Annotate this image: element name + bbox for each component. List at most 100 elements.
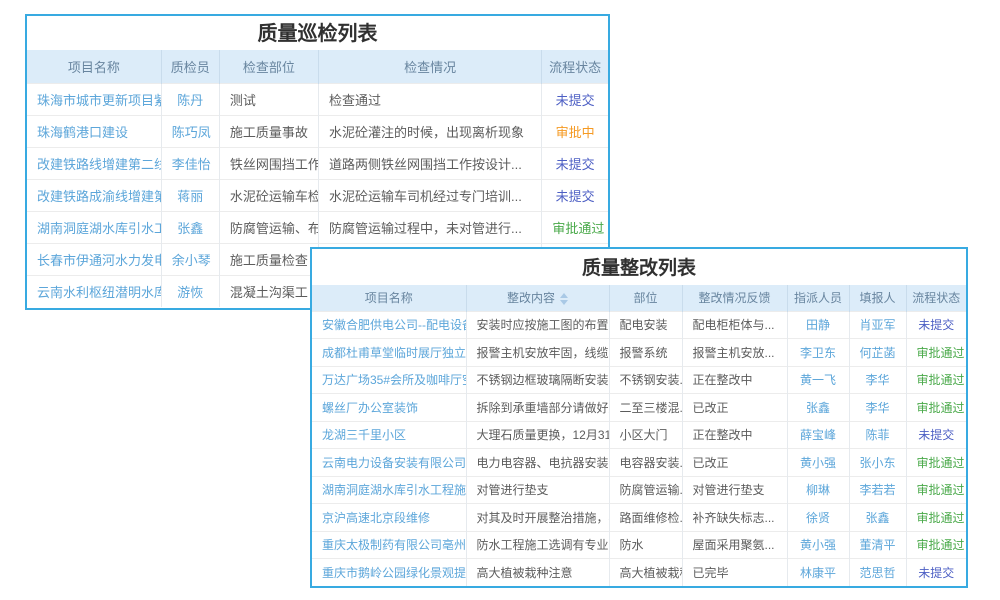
table-cell: 大理石质量更换，12月31日之... bbox=[466, 421, 609, 449]
table-cell: 电容器安装... bbox=[609, 449, 682, 477]
person-link[interactable]: 陈菲 bbox=[849, 421, 906, 449]
table-cell: 配电柜柜体与... bbox=[682, 311, 787, 339]
table-row[interactable]: 重庆太极制药有限公司亳州中...防水工程施工选调有专业资质...防水屋面采用聚氨… bbox=[312, 531, 966, 559]
table-cell: 施工质量事故 bbox=[219, 115, 318, 147]
table-row[interactable]: 螺丝厂办公室装饰拆除到承重墙部分请做好加固...二至三楼混...已改正张鑫李华审… bbox=[312, 394, 966, 422]
project-name-link[interactable]: 云南水利枢纽潜明水库... bbox=[27, 275, 161, 307]
table-cell: 拆除到承重墙部分请做好加固... bbox=[466, 394, 609, 422]
project-name-link[interactable]: 重庆市鹅岭公园绿化景观提升... bbox=[312, 559, 466, 587]
project-name-link[interactable]: 长春市伊通河水力发电... bbox=[27, 243, 161, 275]
project-name-link[interactable]: 重庆太极制药有限公司亳州中... bbox=[312, 531, 466, 559]
table-cell: 高大植被栽种注意 bbox=[466, 559, 609, 587]
person-link[interactable]: 徐贤 bbox=[787, 504, 849, 532]
person-link[interactable]: 张小东 bbox=[849, 449, 906, 477]
table-cell: 水泥砼灌注的时候，出现离析现象 bbox=[318, 115, 541, 147]
table-row[interactable]: 改建铁路线增建第二线...李佳怡铁丝网围挡工作检查道路两侧铁丝网围挡工作按设计.… bbox=[27, 147, 608, 179]
quality-rectification-table: 项目名称整改内容部位整改情况反馈指派人员填报人流程状态 安徽合肥供电公司--配电… bbox=[312, 285, 966, 586]
project-name-link[interactable]: 湖南洞庭湖水库引水工程施工标 bbox=[312, 476, 466, 504]
table-row[interactable]: 安徽合肥供电公司--配电设备...安装时应按施工图的布置，将...配电安装配电柜… bbox=[312, 311, 966, 339]
column-header-1: 项目名称 bbox=[27, 50, 161, 83]
quality-rectification-list-card: 质量整改列表 项目名称整改内容部位整改情况反馈指派人员填报人流程状态 安徽合肥供… bbox=[310, 247, 968, 588]
column-header-3: 部位 bbox=[609, 285, 682, 311]
table-cell: 配电安装 bbox=[609, 311, 682, 339]
project-name-link[interactable]: 京沪高速北京段维修 bbox=[312, 504, 466, 532]
person-link[interactable]: 李华 bbox=[849, 394, 906, 422]
person-link[interactable]: 游恢 bbox=[161, 275, 219, 307]
table-cell: 施工质量检查 bbox=[219, 243, 318, 275]
person-link[interactable]: 肖亚军 bbox=[849, 311, 906, 339]
table-cell: 高大植被栽种 bbox=[609, 559, 682, 587]
person-link[interactable]: 陈巧凤 bbox=[161, 115, 219, 147]
person-link[interactable]: 张鑫 bbox=[849, 504, 906, 532]
project-name-link[interactable]: 安徽合肥供电公司--配电设备... bbox=[312, 311, 466, 339]
person-link[interactable]: 薛宝峰 bbox=[787, 421, 849, 449]
table-cell: 水泥砼运输车检查 bbox=[219, 179, 318, 211]
person-link[interactable]: 陈丹 bbox=[161, 83, 219, 115]
person-link[interactable]: 张鑫 bbox=[161, 211, 219, 243]
person-link[interactable]: 柳琳 bbox=[787, 476, 849, 504]
person-link[interactable]: 黄小强 bbox=[787, 449, 849, 477]
table-row[interactable]: 改建铁路成渝线增建第...蒋丽水泥砼运输车检查水泥砼运输车司机经过专门培训...… bbox=[27, 179, 608, 211]
table-row[interactable]: 京沪高速北京段维修对其及时开展整治措施，桥头...路面维修检...补齐缺失标志.… bbox=[312, 504, 966, 532]
person-link[interactable]: 张鑫 bbox=[787, 394, 849, 422]
status-text: 审批通过 bbox=[906, 476, 966, 504]
person-link[interactable]: 范思哲 bbox=[849, 559, 906, 587]
person-link[interactable]: 李佳怡 bbox=[161, 147, 219, 179]
table-row[interactable]: 珠海市城市更新项目紫...陈丹测试检查通过未提交 bbox=[27, 83, 608, 115]
person-link[interactable]: 何芷菡 bbox=[849, 339, 906, 367]
project-name-link[interactable]: 成都杜甫草堂临时展厅独立展... bbox=[312, 339, 466, 367]
status-text: 审批通过 bbox=[906, 504, 966, 532]
person-link[interactable]: 田静 bbox=[787, 311, 849, 339]
person-link[interactable]: 余小琴 bbox=[161, 243, 219, 275]
table-row[interactable]: 珠海鹤港口建设陈巧凤施工质量事故水泥砼灌注的时候，出现离析现象审批中 bbox=[27, 115, 608, 147]
table-cell: 防水 bbox=[609, 531, 682, 559]
project-name-link[interactable]: 龙湖三千里小区 bbox=[312, 421, 466, 449]
column-header-label: 部位 bbox=[633, 291, 657, 305]
project-name-link[interactable]: 改建铁路线增建第二线... bbox=[27, 147, 161, 179]
person-link[interactable]: 董清平 bbox=[849, 531, 906, 559]
table-cell: 检查通过 bbox=[318, 83, 541, 115]
table-cell: 报警主机安放牢固，线缆连接... bbox=[466, 339, 609, 367]
project-name-link[interactable]: 珠海鹤港口建设 bbox=[27, 115, 161, 147]
person-link[interactable]: 李华 bbox=[849, 366, 906, 394]
table-row[interactable]: 云南电力设备安装有限公司20...电力电容器、电抗器安装方案...电容器安装..… bbox=[312, 449, 966, 477]
column-header-label: 项目名称 bbox=[365, 291, 413, 305]
column-header-2[interactable]: 整改内容 bbox=[466, 285, 609, 311]
table-cell: 正在整改中 bbox=[682, 366, 787, 394]
status-text: 审批通过 bbox=[906, 449, 966, 477]
column-header-label: 流程状态 bbox=[549, 60, 601, 75]
person-link[interactable]: 黄小强 bbox=[787, 531, 849, 559]
table-cell: 补齐缺失标志... bbox=[682, 504, 787, 532]
table-cell: 路面维修检... bbox=[609, 504, 682, 532]
column-header-label: 检查情况 bbox=[404, 60, 456, 75]
table-row[interactable]: 重庆市鹅岭公园绿化景观提升...高大植被栽种注意高大植被栽种已完毕林康平范思哲未… bbox=[312, 559, 966, 587]
person-link[interactable]: 林康平 bbox=[787, 559, 849, 587]
table-row[interactable]: 万达广场35#会所及咖啡厅空...不锈钢边框玻璃隔断安装不牢...不锈钢安装..… bbox=[312, 366, 966, 394]
table-cell: 对管进行垫支 bbox=[682, 476, 787, 504]
status-text: 审批通过 bbox=[906, 394, 966, 422]
table-row[interactable]: 龙湖三千里小区大理石质量更换，12月31日之...小区大门正在整改中薛宝峰陈菲未… bbox=[312, 421, 966, 449]
table-cell: 安装时应按施工图的布置，将... bbox=[466, 311, 609, 339]
project-name-link[interactable]: 万达广场35#会所及咖啡厅空... bbox=[312, 366, 466, 394]
person-link[interactable]: 李若若 bbox=[849, 476, 906, 504]
status-text: 未提交 bbox=[906, 311, 966, 339]
column-header-label: 流程状态 bbox=[912, 291, 960, 305]
table-cell: 报警系统 bbox=[609, 339, 682, 367]
column-header-5: 流程状态 bbox=[542, 50, 608, 83]
table-row[interactable]: 湖南洞庭湖水库引水工...张鑫防腐管运输、布管防腐管运输过程中，未对管进行...… bbox=[27, 211, 608, 243]
project-name-link[interactable]: 螺丝厂办公室装饰 bbox=[312, 394, 466, 422]
project-name-link[interactable]: 珠海市城市更新项目紫... bbox=[27, 83, 161, 115]
project-name-link[interactable]: 改建铁路成渝线增建第... bbox=[27, 179, 161, 211]
table-row[interactable]: 湖南洞庭湖水库引水工程施工标对管进行垫支防腐管运输...对管进行垫支柳琳李若若审… bbox=[312, 476, 966, 504]
sort-icon[interactable] bbox=[560, 293, 568, 305]
project-name-link[interactable]: 湖南洞庭湖水库引水工... bbox=[27, 211, 161, 243]
column-header-label: 质检员 bbox=[171, 60, 210, 75]
table-row[interactable]: 成都杜甫草堂临时展厅独立展...报警主机安放牢固，线缆连接...报警系统报警主机… bbox=[312, 339, 966, 367]
person-link[interactable]: 李卫东 bbox=[787, 339, 849, 367]
table-cell: 防腐管运输、布管 bbox=[219, 211, 318, 243]
table-cell: 防水工程施工选调有专业资质... bbox=[466, 531, 609, 559]
person-link[interactable]: 蒋丽 bbox=[161, 179, 219, 211]
person-link[interactable]: 黄一飞 bbox=[787, 366, 849, 394]
project-name-link[interactable]: 云南电力设备安装有限公司20... bbox=[312, 449, 466, 477]
table-cell: 对管进行垫支 bbox=[466, 476, 609, 504]
